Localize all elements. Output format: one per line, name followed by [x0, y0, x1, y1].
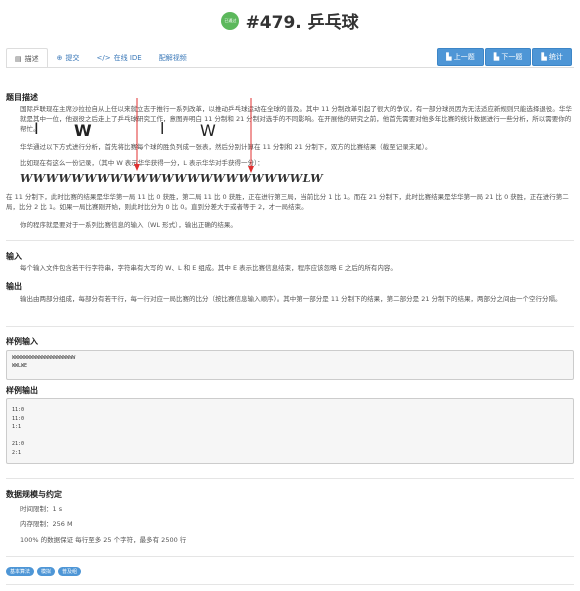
bar-chart-icon: ▙ [541, 53, 549, 61]
description-paragraph-3: 比如现在有这么一份记录，（其中 W 表示华华获得一分，L 表示华华对手获得一分）… [20, 159, 264, 167]
section-divider [6, 240, 574, 241]
page-title: #479. 乒乓球 [245, 13, 359, 33]
description-paragraph-1: 国际乒联现在主席沙拉拉自从上任以来就立志于推行一系列改革，以推动乒乓球运动在全球… [20, 105, 572, 133]
section-divider [6, 326, 574, 327]
output-title: 输出 [6, 282, 22, 291]
button-label: 上一题 [453, 53, 475, 61]
upload-icon: ⊕ [56, 54, 63, 62]
tag-item[interactable]: 模拟 [37, 567, 56, 576]
sample-output-title: 样例输出 [6, 386, 38, 395]
limits-title: 数据规模与约定 [6, 490, 62, 499]
output-description: 输出由两部分组成，每部分有若干行，每一行对应一局比赛的比分（按比赛信息输入顺序）… [20, 295, 562, 303]
tab-label: 在线 IDE [113, 54, 142, 62]
section-divider [6, 584, 574, 585]
input-description: 每个输入文件包含若干行字符串，字符串有大写的 W、L 和 E 组成。其中 E 表… [20, 264, 397, 272]
sample-input-title: 样例输入 [6, 337, 38, 346]
sample-output-box[interactable]: 11:0 11:0 1:1 21:0 2:1 [6, 398, 574, 464]
problem-tabs: ▤ 描述 ⊕ 提交 </> 在线 IDE 配解视频 [6, 48, 196, 68]
code-line: WWWWWWWWWWWWWWWWWWWWW [12, 355, 76, 361]
time-limit: 时间限制：1 s [20, 505, 63, 513]
code-line: 11:0 [12, 415, 25, 422]
problem-header: 已通过 #479. 乒乓球 [0, 8, 580, 38]
score-sequence: WWWWWWWWWWWWWWWWWWWWWWLW [20, 172, 324, 185]
tag-list: 基本算法 模拟 普及组 [6, 567, 84, 576]
sample-input-box[interactable]: WWWWWWWWWWWWWWWWWWWWW WWLWE [6, 350, 574, 380]
tab-divider [6, 67, 574, 68]
code-line: WWLWE [12, 362, 28, 369]
tag-item[interactable]: 基本算法 [6, 567, 35, 576]
tab-online-ide[interactable]: </> 在线 IDE [89, 48, 150, 68]
description-title: 题目描述 [6, 93, 38, 102]
button-label: 下一题 [501, 53, 523, 61]
tab-label: 配解视频 [158, 54, 187, 62]
statistics-button[interactable]: ▙ 统计 [532, 48, 572, 66]
section-divider [6, 478, 574, 479]
code-line: 1:1 [12, 424, 22, 430]
code-icon: </> [96, 54, 111, 62]
next-problem-button[interactable]: ▙ 下一题 [484, 48, 532, 66]
code-line: 2:1 [12, 449, 22, 456]
nav-buttons: ▙ 上一题 ▙ 下一题 ▙ 统计 [436, 48, 572, 66]
tab-label: 描述 [24, 55, 39, 63]
document-icon: ▤ [15, 55, 22, 63]
code-line: 11:0 [12, 407, 25, 413]
tag-item[interactable]: 普及组 [58, 567, 82, 576]
input-title: 输入 [6, 252, 22, 261]
code-line: 21:0 [12, 441, 25, 447]
prev-problem-button[interactable]: ▙ 上一题 [437, 48, 484, 66]
data-constraint: 100% 的数据保证 每行至多 25 个字符，最多有 2500 行 [20, 536, 187, 544]
tab-description[interactable]: ▤ 描述 [6, 48, 48, 68]
tab-label: 提交 [65, 54, 80, 62]
bar-chart-icon: ▙ [446, 53, 454, 61]
section-divider [6, 556, 574, 557]
tab-video[interactable]: 配解视频 [151, 48, 195, 68]
accepted-badge: 已通过 [221, 11, 240, 30]
memory-limit: 内存限制：256 M [20, 520, 73, 528]
tab-submit[interactable]: ⊕ 提交 [49, 48, 88, 68]
description-paragraph-4: 在 11 分制下，此时比赛的结果是华华第一局 11 比 0 获胜，第二局 11 … [6, 193, 569, 211]
description-paragraph-5: 你的程序就是要对于一系列比赛信息的输入（WL 形式），输出正确的结果。 [20, 221, 237, 229]
button-label: 统计 [549, 53, 563, 61]
description-paragraph-2: 华华通过以下方式进行分析，首先将比赛每个球的胜负列成一张表，然后分别计算在 11… [20, 143, 432, 151]
